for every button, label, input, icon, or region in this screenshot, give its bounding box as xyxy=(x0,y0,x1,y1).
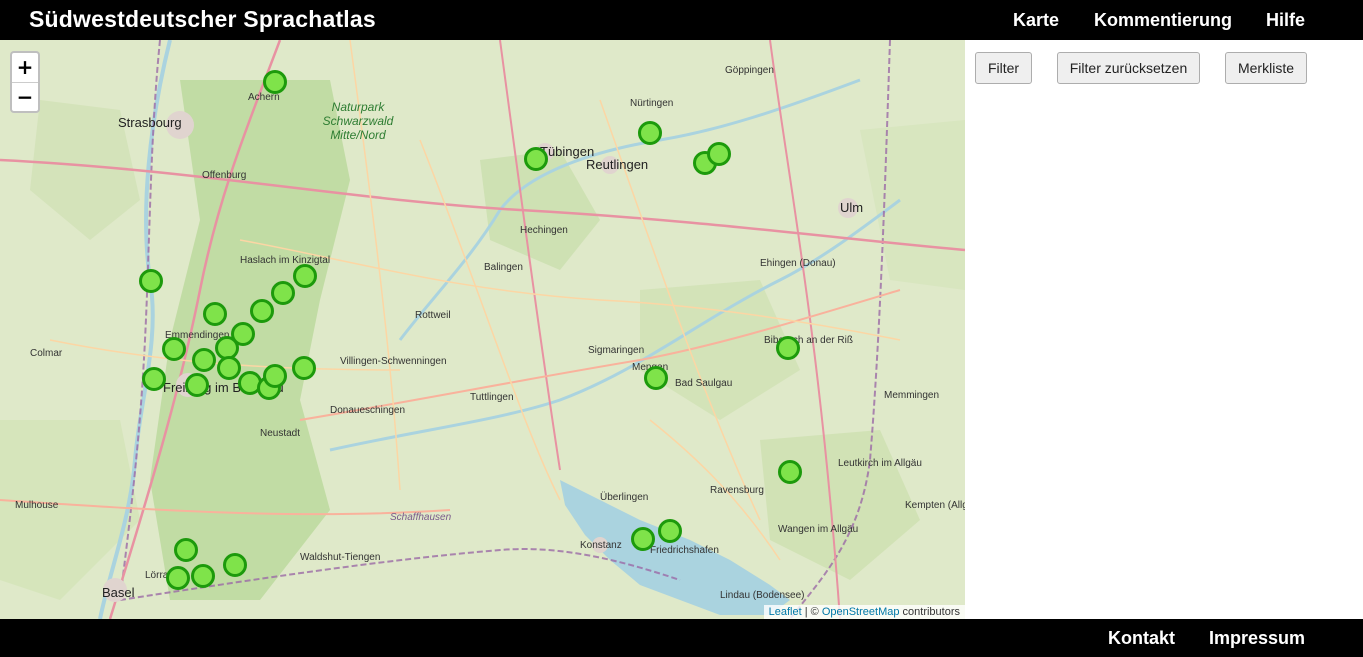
merkliste-button[interactable]: Merkliste xyxy=(1225,52,1307,84)
nav-kommentierung[interactable]: Kommentierung xyxy=(1094,10,1232,31)
map-marker[interactable] xyxy=(631,527,655,551)
footer-kontakt-link[interactable]: Kontakt xyxy=(1108,628,1175,649)
map-marker[interactable] xyxy=(142,367,166,391)
map-marker[interactable] xyxy=(658,519,682,543)
reset-filter-button[interactable]: Filter zurücksetzen xyxy=(1057,52,1200,84)
map-marker[interactable] xyxy=(778,460,802,484)
map-marker[interactable] xyxy=(223,553,247,577)
map-attribution: Leaflet | © OpenStreetMap contributors xyxy=(763,605,965,619)
footer-impressum-link[interactable]: Impressum xyxy=(1209,628,1305,649)
attribution-suffix: contributors xyxy=(899,606,960,618)
map-marker[interactable] xyxy=(638,121,662,145)
leaflet-link[interactable]: Leaflet xyxy=(769,606,802,618)
map-marker[interactable] xyxy=(174,538,198,562)
map-marker[interactable] xyxy=(250,299,274,323)
map-marker[interactable] xyxy=(185,373,209,397)
map-tiles xyxy=(0,40,965,619)
map-marker[interactable] xyxy=(192,348,216,372)
nav-hilfe[interactable]: Hilfe xyxy=(1266,10,1305,31)
map-marker[interactable] xyxy=(191,564,215,588)
map-view[interactable]: Strasbourg Freiburg im Breisgau Basel Tü… xyxy=(0,40,965,619)
zoom-in-button[interactable]: + xyxy=(12,53,38,83)
zoom-control: + − xyxy=(10,51,40,113)
map-marker[interactable] xyxy=(293,264,317,288)
map-marker[interactable] xyxy=(203,302,227,326)
map-marker[interactable] xyxy=(263,70,287,94)
map-marker[interactable] xyxy=(707,142,731,166)
nav-karte[interactable]: Karte xyxy=(1013,10,1059,31)
filter-button[interactable]: Filter xyxy=(975,52,1032,84)
top-navbar: Südwestdeutscher Sprachatlas Karte Komme… xyxy=(0,0,1363,40)
osm-link[interactable]: OpenStreetMap xyxy=(822,606,900,618)
map-marker[interactable] xyxy=(162,337,186,361)
map-marker[interactable] xyxy=(524,147,548,171)
zoom-out-button[interactable]: − xyxy=(12,83,38,112)
map-marker[interactable] xyxy=(263,364,287,388)
footer: Kontakt Impressum xyxy=(0,619,1363,657)
map-marker[interactable] xyxy=(217,356,241,380)
map-marker[interactable] xyxy=(776,336,800,360)
map-marker[interactable] xyxy=(271,281,295,305)
map-marker[interactable] xyxy=(139,269,163,293)
site-title[interactable]: Südwestdeutscher Sprachatlas xyxy=(29,6,376,33)
map-marker[interactable] xyxy=(166,566,190,590)
map-marker[interactable] xyxy=(292,356,316,380)
map-marker[interactable] xyxy=(644,366,668,390)
attribution-separator: | © xyxy=(801,606,822,618)
